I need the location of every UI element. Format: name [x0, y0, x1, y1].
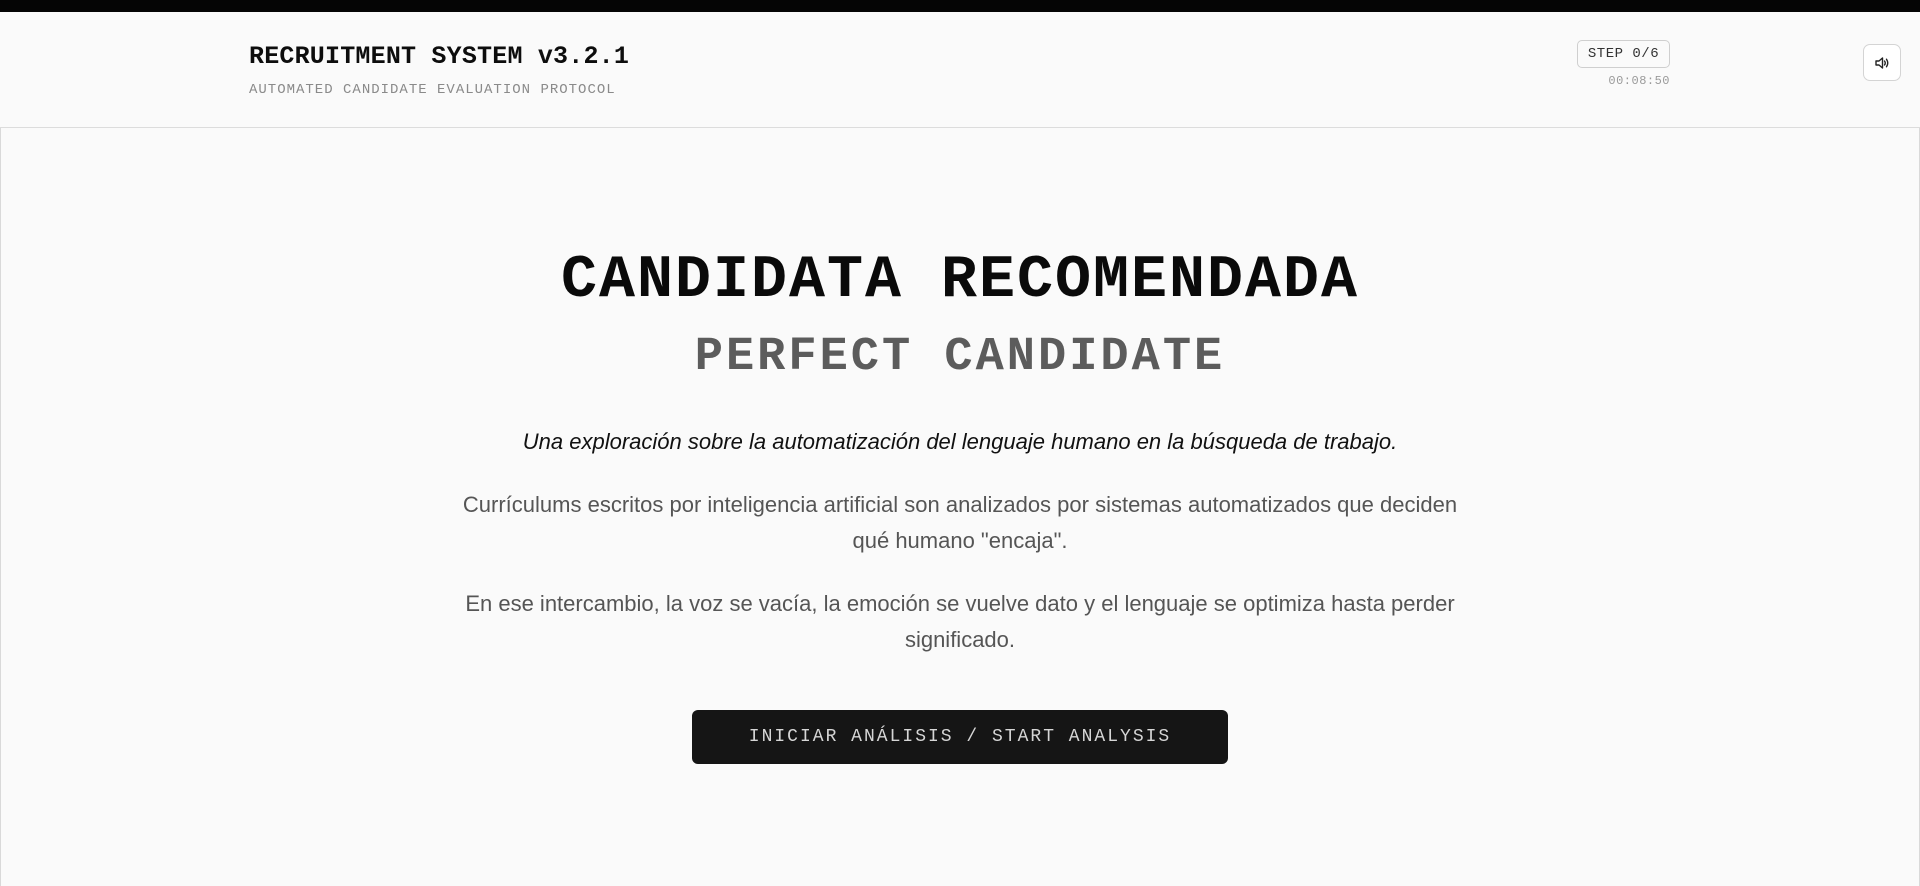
description-paragraph-1: Currículums escritos por inteligencia ar…	[462, 492, 1458, 553]
speaker-icon	[1874, 55, 1890, 71]
window-top-bar	[0, 0, 1920, 12]
description-paragraph-2: En ese intercambio, la voz se vacía, la …	[465, 591, 1455, 652]
sound-toggle-button[interactable]	[1863, 44, 1901, 81]
start-analysis-button[interactable]: INICIAR ANÁLISIS / START ANALYSIS	[692, 710, 1228, 764]
app-subtitle: AUTOMATED CANDIDATE EVALUATION PROTOCOL	[249, 82, 616, 98]
session-timer: 00:08:50	[1608, 74, 1670, 88]
step-badge: STEP 0/6	[1577, 40, 1670, 68]
app-title: RECRUITMENT SYSTEM v3.2.1	[249, 42, 630, 71]
intro-text: Una exploración sobre la automatización …	[522, 429, 1398, 454]
page-headline: CANDIDATA RECOMENDADA	[560, 247, 1360, 315]
page-subheadline: PERFECT CANDIDATE	[694, 331, 1226, 384]
app-header: RECRUITMENT SYSTEM v3.2.1 AUTOMATED CAND…	[0, 12, 1920, 128]
